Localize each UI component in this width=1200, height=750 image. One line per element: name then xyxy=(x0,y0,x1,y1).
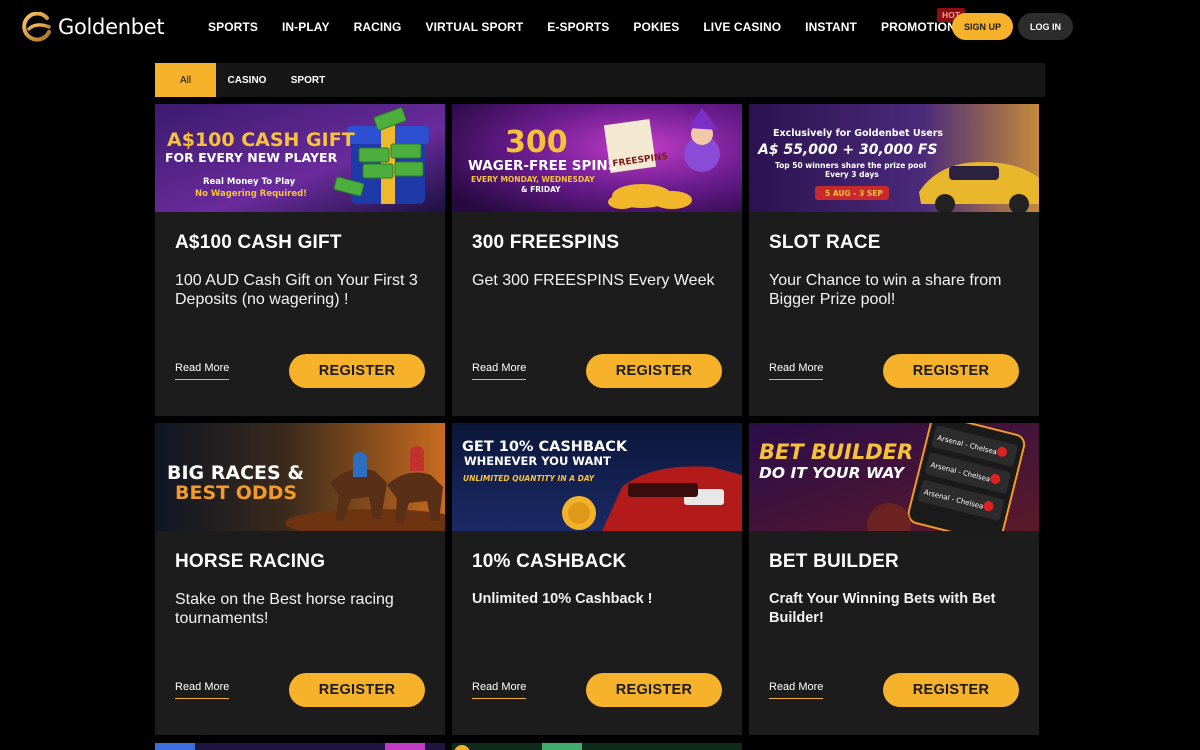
promo-title: 10% CASHBACK xyxy=(472,551,627,572)
promo-banner[interactable]: A$100 CASH GIFT FOR EVERY NEW PLAYER Rea… xyxy=(155,104,445,212)
promo-card: 300 WAGER-FREE SPINS EVERY MONDAY, WEDNE… xyxy=(452,104,742,416)
banner-text: EVERY MONDAY, WEDNESDAY xyxy=(471,175,595,184)
register-button[interactable]: REGISTER xyxy=(289,673,425,707)
promo-banner[interactable]: GET 10% CASHBACK WHENEVER YOU WANT UNLIM… xyxy=(452,423,742,531)
read-more-link[interactable]: Read More xyxy=(175,362,230,380)
promo-title: HORSE RACING xyxy=(175,551,326,572)
banner-text: No Wagering Required! xyxy=(195,189,307,199)
nav-instant[interactable]: INSTANT xyxy=(805,20,857,34)
nav-e-sports[interactable]: E-SPORTS xyxy=(547,20,609,34)
brand-logo[interactable]: Goldenbet xyxy=(20,12,165,42)
banner-text: Real Money To Play xyxy=(203,177,296,187)
banner-text: & FRIDAY xyxy=(521,185,561,194)
banner-text: 300 xyxy=(505,125,568,160)
promo-card: BIG RACES & BEST ODDS HORSE RACING Stake… xyxy=(155,423,445,735)
main-nav: SPORTS IN-PLAY RACING VIRTUAL SPORT E-SP… xyxy=(208,8,988,34)
tab-sport[interactable]: SPORT xyxy=(278,63,338,97)
banner-text: BEST ODDS xyxy=(175,482,297,504)
read-more-link[interactable]: Read More xyxy=(769,362,824,380)
promo-description: Unlimited 10% Cashback ! xyxy=(472,591,653,607)
promo-title: SLOT RACE xyxy=(769,232,881,253)
nav-in-play[interactable]: IN-PLAY xyxy=(282,20,330,34)
promo-banner[interactable]: Arsenal - Chelsea Arsenal - Chelsea Arse… xyxy=(749,423,1039,531)
promo-description: Your Chance to win a share from Bigger P… xyxy=(769,272,1002,308)
read-more-link[interactable]: Read More xyxy=(472,362,527,380)
promo-description: Craft Your Winning Bets with Bet Builder… xyxy=(769,591,996,626)
register-button[interactable]: REGISTER xyxy=(289,354,425,388)
promo-title: A$100 CASH GIFT xyxy=(175,232,342,253)
banner-text: BIG RACES & xyxy=(167,462,304,484)
brand-name: Goldenbet xyxy=(58,15,165,39)
banner-text: 5 AUG - 3 SEP xyxy=(825,189,883,198)
goldenbet-logo-icon xyxy=(22,12,51,42)
banner-text: Exclusively for Goldenbet Users xyxy=(773,128,943,139)
promo-filter-tabs: All CASINO SPORT xyxy=(155,63,1045,97)
promo-description: Get 300 FREESPINS Every Week xyxy=(472,272,715,289)
register-button[interactable]: REGISTER xyxy=(586,673,722,707)
promo-banner-partial[interactable] xyxy=(452,740,742,750)
log-in-button[interactable]: LOG IN xyxy=(1018,13,1073,40)
promo-description: Stake on the Best horse racing tournamen… xyxy=(175,591,394,627)
read-more-link[interactable]: Read More xyxy=(175,681,230,699)
register-button[interactable]: REGISTER xyxy=(883,673,1019,707)
promo-title: 300 FREESPINS xyxy=(472,232,620,253)
promo-description: 100 AUD Cash Gift on Your First 3 Deposi… xyxy=(175,272,418,308)
nav-pokies[interactable]: POKIES xyxy=(633,20,679,34)
read-more-link[interactable]: Read More xyxy=(472,681,527,699)
promo-banner[interactable]: 300 WAGER-FREE SPINS EVERY MONDAY, WEDNE… xyxy=(452,104,742,212)
banner-text: UNLIMITED QUANTITY IN A DAY xyxy=(463,474,596,483)
promo-card: Exclusively for Goldenbet Users A$ 55,00… xyxy=(749,104,1039,416)
banner-text: Every 3 days xyxy=(825,170,879,179)
banner-text: WAGER-FREE SPINS xyxy=(468,158,617,174)
banner-text: FOR EVERY NEW PLAYER xyxy=(165,150,338,165)
promo-card: Arsenal - Chelsea Arsenal - Chelsea Arse… xyxy=(749,423,1039,735)
nav-live-casino[interactable]: LIVE CASINO xyxy=(703,20,781,34)
register-button[interactable]: REGISTER xyxy=(883,354,1019,388)
banner-text: A$ 55,000 + 30,000 FS xyxy=(757,142,938,158)
tab-casino[interactable]: CASINO xyxy=(216,63,278,97)
nav-sports[interactable]: SPORTS xyxy=(208,20,258,34)
promo-card: A$100 CASH GIFT FOR EVERY NEW PLAYER Rea… xyxy=(155,104,445,416)
banner-text: Top 50 winners share the prize pool xyxy=(775,161,926,170)
banner-text: BET BUILDER xyxy=(759,440,913,464)
banner-text: A$100 CASH GIFT xyxy=(167,129,355,151)
promo-banner-partial[interactable] xyxy=(155,740,445,750)
banner-text: WHENEVER YOU WANT xyxy=(464,454,611,468)
sign-up-button[interactable]: SIGN UP xyxy=(952,13,1013,40)
nav-racing[interactable]: RACING xyxy=(354,20,402,34)
banner-text: DO IT YOUR WAY xyxy=(759,464,906,482)
promo-banner[interactable]: BIG RACES & BEST ODDS xyxy=(155,423,445,531)
promo-card: GET 10% CASHBACK WHENEVER YOU WANT UNLIM… xyxy=(452,423,742,735)
promo-banner[interactable]: Exclusively for Goldenbet Users A$ 55,00… xyxy=(749,104,1039,212)
read-more-link[interactable]: Read More xyxy=(769,681,824,699)
promo-title: BET BUILDER xyxy=(769,551,899,572)
register-button[interactable]: REGISTER xyxy=(586,354,722,388)
banner-text: GET 10% CASHBACK xyxy=(462,439,628,455)
tab-all[interactable]: All xyxy=(155,63,216,97)
top-header: Goldenbet SPORTS IN-PLAY RACING VIRTUAL … xyxy=(0,0,1200,54)
nav-virtual-sport[interactable]: VIRTUAL SPORT xyxy=(426,20,524,34)
